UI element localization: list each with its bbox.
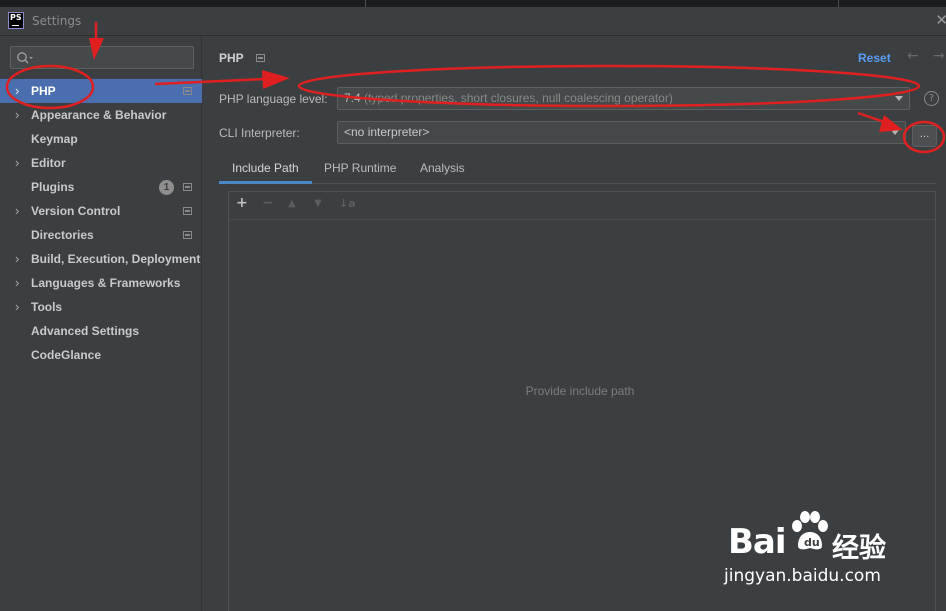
baidu-paw-icon: du — [792, 511, 828, 550]
sidebar-item-advanced-settings[interactable]: Advanced Settings — [0, 319, 202, 343]
strip-divider — [365, 0, 366, 7]
help-icon[interactable]: ? — [924, 91, 939, 106]
sidebar-item-label: Plugins — [31, 180, 75, 194]
dropdown-arrow-icon — [891, 130, 899, 135]
project-settings-icon — [183, 87, 192, 95]
sidebar-item-keymap[interactable]: Keymap — [0, 127, 202, 151]
project-settings-icon — [183, 183, 192, 191]
sidebar-item-label: Build, Execution, Deployment — [31, 252, 201, 266]
watermark-brand-left: Bai — [728, 522, 787, 562]
sidebar-item-label: Directories — [31, 228, 94, 242]
move-up-icon[interactable]: ▲ — [288, 198, 296, 209]
include-path-toolbar: + − ▲ ▼ ↓a — [229, 192, 935, 218]
sidebar-item-directories[interactable]: Directories — [0, 223, 202, 247]
chevron-right-icon[interactable]: › — [15, 79, 19, 103]
sidebar-item-appearance-behavior[interactable]: › Appearance & Behavior — [0, 103, 202, 127]
remove-icon[interactable]: − — [262, 195, 274, 211]
tab-php-runtime[interactable]: PHP Runtime — [311, 153, 409, 184]
language-level-description: (typed properties, short closures, null … — [360, 91, 673, 105]
svg-text:du: du — [804, 536, 820, 549]
sidebar-item-label: Languages & Frameworks — [31, 276, 181, 290]
chevron-right-icon[interactable]: › — [15, 103, 19, 127]
close-icon[interactable]: ✕ — [935, 11, 946, 29]
update-count-badge: 1 — [159, 180, 174, 195]
language-level-dropdown[interactable]: 7.4 (typed properties, short closures, n… — [337, 87, 910, 110]
settings-sidebar: › PHP › Appearance & Behavior Keymap › Editor P… — [0, 36, 202, 611]
sidebar-item-php[interactable]: › PHP — [0, 79, 202, 103]
sidebar-item-label: CodeGlance — [31, 348, 102, 362]
chevron-right-icon[interactable]: › — [15, 151, 19, 175]
sidebar-item-label: Advanced Settings — [31, 324, 140, 338]
chevron-right-icon[interactable]: › — [15, 295, 19, 319]
back-arrow-icon[interactable]: ← — [907, 48, 919, 64]
sidebar-item-label: Editor — [31, 156, 66, 170]
watermark-url: jingyan.baidu.com — [724, 566, 881, 586]
strip-divider — [838, 0, 839, 7]
language-level-label: PHP language level: — [219, 92, 328, 106]
sidebar-item-label: PHP — [31, 84, 56, 98]
cli-interpreter-label: CLI Interpreter: — [219, 126, 300, 140]
sidebar-item-editor[interactable]: › Editor — [0, 151, 202, 175]
sort-icon[interactable]: ↓a — [339, 197, 356, 210]
window-title: Settings — [32, 14, 82, 28]
sidebar-item-codeglance[interactable]: CodeGlance — [0, 343, 202, 367]
top-strip — [0, 0, 946, 7]
forward-arrow-icon[interactable]: → — [933, 48, 945, 64]
tab-bar: Include Path PHP Runtime Analysis — [219, 153, 936, 184]
sidebar-item-tools[interactable]: › Tools — [0, 295, 202, 319]
chevron-right-icon[interactable]: › — [15, 271, 19, 295]
chevron-right-icon[interactable]: › — [15, 247, 19, 271]
add-icon[interactable]: + — [236, 195, 248, 211]
phpstorm-logo-icon: PS — [8, 12, 24, 29]
sidebar-item-label: Version Control — [31, 204, 121, 218]
reset-button[interactable]: Reset — [858, 51, 891, 65]
empty-state-text: Provide include path — [525, 384, 635, 398]
sidebar-item-label: Appearance & Behavior — [31, 108, 167, 122]
cli-interpreter-dropdown[interactable]: <no interpreter> — [337, 121, 906, 144]
cli-interpreter-value: <no interpreter> — [344, 125, 430, 139]
watermark-brand-right: 经验 — [832, 533, 886, 564]
language-level-value: 7.4 — [344, 91, 361, 105]
title-bar: PS Settings ✕ — [0, 7, 946, 36]
dropdown-arrow-icon — [895, 96, 903, 101]
search-field[interactable] — [10, 46, 194, 69]
search-icon — [17, 52, 33, 64]
project-settings-icon — [256, 54, 265, 62]
chevron-right-icon[interactable]: › — [15, 199, 19, 223]
tab-include-path[interactable]: Include Path — [219, 153, 312, 184]
sidebar-item-label: Tools — [31, 300, 63, 314]
browse-interpreter-button[interactable]: ... — [912, 125, 937, 147]
sidebar-item-build-execution-deployment[interactable]: › Build, Execution, Deployment — [0, 247, 202, 271]
sidebar-item-plugins[interactable]: Plugins 1 — [0, 175, 202, 199]
settings-tree: › PHP › Appearance & Behavior Keymap › Editor P… — [0, 79, 202, 367]
baidu-watermark: Bai du 经验 jingyan.baidu.com — [724, 510, 934, 605]
page-title: PHP — [219, 51, 244, 65]
tab-analysis[interactable]: Analysis — [407, 153, 478, 184]
project-settings-icon — [183, 231, 192, 239]
sidebar-item-version-control[interactable]: › Version Control — [0, 199, 202, 223]
sidebar-item-label: Keymap — [31, 132, 78, 146]
move-down-icon[interactable]: ▼ — [314, 198, 322, 209]
project-settings-icon — [183, 207, 192, 215]
sidebar-item-languages-frameworks[interactable]: › Languages & Frameworks — [0, 271, 202, 295]
